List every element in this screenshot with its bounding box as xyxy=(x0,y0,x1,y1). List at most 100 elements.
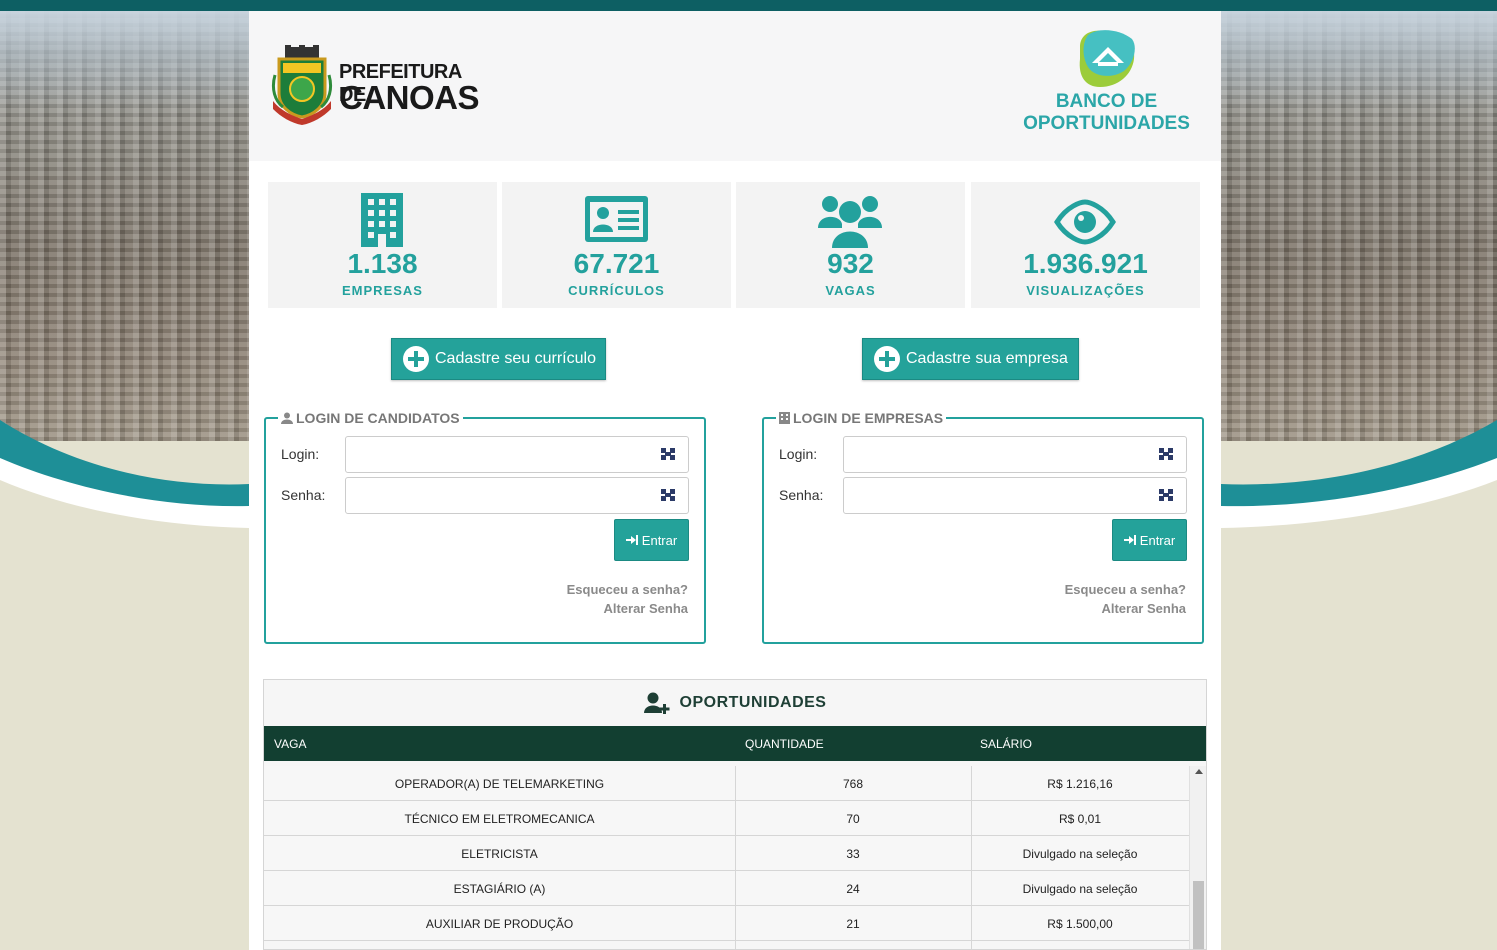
company-enter-label: Entrar xyxy=(1139,532,1176,548)
table-scrollbar[interactable] xyxy=(1189,766,1206,949)
autofill-key-icon[interactable] xyxy=(1158,488,1174,502)
candidate-login-label: Login: xyxy=(281,446,320,462)
candidate-forgot-password-link[interactable]: Esqueceu a senha? xyxy=(567,580,688,599)
cell-quantidade: 24 xyxy=(846,882,860,896)
banco-house-icon xyxy=(1079,30,1135,87)
register-company-button[interactable]: Cadastre sua empresa xyxy=(862,338,1079,380)
decorative-wave-left xyxy=(0,420,249,550)
login-candidates-box: LOGIN DE CANDIDATOS Login: Senha: Entrar… xyxy=(264,410,706,644)
table-row[interactable]: OPERADOR(A) DE TELEMARKETING 768 R$ 1.21… xyxy=(264,766,1189,801)
company-login-row: Login: xyxy=(764,436,1202,473)
scroll-up-arrow-icon[interactable] xyxy=(1195,769,1203,774)
stat-value: 1.936.921 xyxy=(1023,248,1148,279)
id-card-icon xyxy=(585,196,648,242)
table-row[interactable]: AUXILIAR DE PRODUÇÃO 21 R$ 1.500,00 xyxy=(264,906,1189,941)
plus-circle-icon xyxy=(874,346,900,372)
autofill-key-icon[interactable] xyxy=(660,447,676,461)
company-password-row: Senha: xyxy=(764,477,1202,514)
cell-salario: Divulgado na seleção xyxy=(1022,847,1138,861)
candidate-password-row: Senha: xyxy=(266,477,704,514)
company-enter-button[interactable]: Entrar xyxy=(1112,519,1187,561)
cell-salario: R$ 1.216,16 xyxy=(1047,777,1113,791)
register-company-label: Cadastre sua empresa xyxy=(906,350,1068,367)
banco-text: BANCO DE OPORTUNIDADES xyxy=(1019,91,1194,135)
user-icon xyxy=(281,412,293,424)
cell-vaga: TÉCNICO EM ELETROMECANICA xyxy=(404,812,595,826)
opportunities-panel: OPORTUNIDADES VAGA QUANTIDADE SALÁRIO OP… xyxy=(263,679,1207,950)
city-background-right xyxy=(1221,11,1497,441)
register-cv-button[interactable]: Cadastre seu currículo xyxy=(391,338,606,380)
company-change-password-link[interactable]: Alterar Senha xyxy=(1065,599,1186,618)
column-header-quantidade[interactable]: QUANTIDADE xyxy=(745,737,824,751)
stat-value: 932 xyxy=(827,248,874,279)
opportunities-title-text: OPORTUNIDADES xyxy=(679,694,827,711)
cell-quantidade: 33 xyxy=(846,847,860,861)
company-password-input[interactable] xyxy=(843,477,1187,514)
login-candidates-title: LOGIN DE CANDIDATOS xyxy=(278,410,463,426)
eye-icon xyxy=(1054,199,1116,245)
cell-salario: Divulgado na seleção xyxy=(1022,882,1138,896)
company-login-input[interactable] xyxy=(843,436,1187,473)
candidate-login-row: Login: xyxy=(266,436,704,473)
login-candidates-title-text: LOGIN DE CANDIDATOS xyxy=(296,410,460,426)
cell-salario: R$ 0,01 xyxy=(1058,812,1102,826)
table-row[interactable]: ESTAGIÁRIO (A) 24 Divulgado na seleção xyxy=(264,871,1189,906)
company-forgot-password-link[interactable]: Esqueceu a senha? xyxy=(1065,580,1186,599)
candidate-password-links: Esqueceu a senha? Alterar Senha xyxy=(567,580,688,618)
opportunities-title: OPORTUNIDADES xyxy=(264,680,1206,726)
decorative-wave-right xyxy=(1221,420,1497,550)
banco-line2: OPORTUNIDADES xyxy=(1023,113,1190,134)
stat-vagas: 932 VAGAS xyxy=(736,182,965,308)
cell-vaga: ESTAGIÁRIO (A) xyxy=(453,882,546,896)
candidate-enter-button[interactable]: Entrar xyxy=(614,519,689,561)
cell-vaga: ELETRICISTA xyxy=(461,847,538,861)
city-background-left xyxy=(0,11,249,441)
stat-label: VAGAS xyxy=(825,283,876,298)
stat-visualizacoes: 1.936.921 VISUALIZAÇÕES xyxy=(971,182,1200,308)
opportunities-table-header: VAGA QUANTIDADE SALÁRIO xyxy=(264,726,1206,761)
company-login-label: Login: xyxy=(779,446,818,462)
column-header-vaga[interactable]: VAGA xyxy=(274,737,306,751)
column-header-salario[interactable]: SALÁRIO xyxy=(980,737,1032,751)
main-content: PREFEITURA DE CANOAS BANCO DE OPORTUNIDA… xyxy=(249,11,1221,950)
table-row[interactable]: TÉCNICO EM ELETROMECANICA 70 R$ 0,01 xyxy=(264,801,1189,836)
stat-label: CURRÍCULOS xyxy=(568,283,665,298)
cell-salario: R$ 1.500,00 xyxy=(1047,917,1113,931)
column-divider xyxy=(735,766,736,949)
cell-quantidade: 21 xyxy=(846,917,860,931)
cell-vaga: AUXILIAR DE PRODUÇÃO xyxy=(425,917,574,931)
candidate-password-input[interactable] xyxy=(345,477,689,514)
cell-quantidade: 768 xyxy=(842,777,864,791)
page-header: PREFEITURA DE CANOAS BANCO DE OPORTUNIDA… xyxy=(249,11,1221,161)
canoas-text: CANOAS xyxy=(339,79,480,116)
login-companies-title: LOGIN DE EMPRESAS xyxy=(776,410,947,426)
opportunities-table-body: OPERADOR(A) DE TELEMARKETING 768 R$ 1.21… xyxy=(264,766,1189,941)
sign-in-icon xyxy=(625,535,638,545)
column-divider xyxy=(971,766,972,949)
scrollbar-thumb[interactable] xyxy=(1193,881,1204,949)
prefeitura-canoas-logo[interactable]: PREFEITURA DE CANOAS xyxy=(271,45,486,129)
banco-line1: BANCO DE xyxy=(1055,91,1158,112)
autofill-key-icon[interactable] xyxy=(660,488,676,502)
top-bar xyxy=(0,0,1497,11)
plus-circle-icon xyxy=(403,346,429,372)
table-row[interactable]: ELETRICISTA 33 Divulgado na seleção xyxy=(264,836,1189,871)
stat-label: EMPRESAS xyxy=(342,283,423,298)
candidate-enter-label: Entrar xyxy=(641,532,678,548)
banco-oportunidades-logo[interactable]: BANCO DE OPORTUNIDADES xyxy=(1019,29,1194,139)
stat-label: VISUALIZAÇÕES xyxy=(1026,283,1145,298)
cell-quantidade: 70 xyxy=(846,812,860,826)
canoas-crest-icon xyxy=(271,45,333,125)
stat-value: 1.138 xyxy=(347,248,418,279)
company-password-links: Esqueceu a senha? Alterar Senha xyxy=(1065,580,1186,618)
stat-curriculos: 67.721 CURRÍCULOS xyxy=(502,182,731,308)
stat-value: 67.721 xyxy=(573,248,660,279)
cell-vaga: OPERADOR(A) DE TELEMARKETING xyxy=(394,777,605,791)
candidate-login-input[interactable] xyxy=(345,436,689,473)
register-cv-label: Cadastre seu currículo xyxy=(435,350,596,367)
candidate-change-password-link[interactable]: Alterar Senha xyxy=(567,599,688,618)
autofill-key-icon[interactable] xyxy=(1158,447,1174,461)
users-icon xyxy=(818,196,882,248)
building-small-icon xyxy=(779,412,790,424)
login-companies-title-text: LOGIN DE EMPRESAS xyxy=(793,410,944,426)
